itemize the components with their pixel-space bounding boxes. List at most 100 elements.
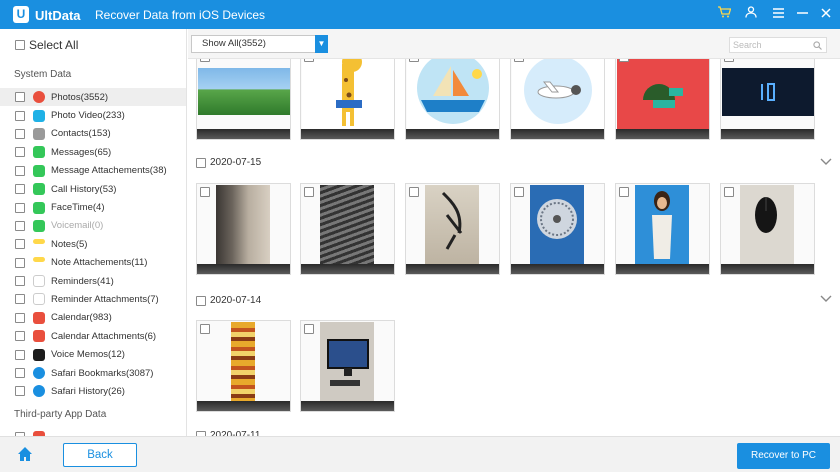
- photo-card[interactable]: [300, 59, 395, 140]
- sidebar-item-label: Voice Memos(12): [51, 349, 125, 361]
- date-group-header[interactable]: 2020-07-15: [196, 157, 261, 168]
- app-name: UltData: [35, 8, 81, 23]
- photo-card[interactable]: [615, 183, 710, 275]
- photo-card[interactable]: [615, 59, 710, 140]
- category-checkbox[interactable]: [15, 147, 25, 158]
- category-checkbox[interactable]: [15, 294, 25, 305]
- category-checkbox[interactable]: [15, 368, 25, 379]
- photo-card[interactable]: [196, 320, 291, 412]
- thumbnail-footer: [616, 264, 709, 274]
- sidebar-item-contacts[interactable]: Contacts(153): [0, 125, 186, 143]
- photo-checkbox[interactable]: [304, 59, 314, 62]
- thumbnail-footer: [616, 129, 709, 139]
- sidebar-item-messages[interactable]: Messages(65): [0, 143, 186, 161]
- photo-card[interactable]: [300, 320, 395, 412]
- photo-thumbnail: [635, 185, 689, 265]
- cart-icon[interactable]: [714, 4, 734, 24]
- select-all[interactable]: Select All: [15, 38, 78, 52]
- sidebar-item-label: Safari History(26): [51, 385, 125, 397]
- sidebar-item-voice-memos[interactable]: Voice Memos(12): [0, 345, 186, 363]
- sidebar-item-label: Call History(53): [51, 183, 117, 195]
- search-placeholder: Search: [733, 40, 762, 50]
- minimize-icon[interactable]: [792, 4, 812, 24]
- category-list: Photos(3552) Photo Video(233) Contacts(153…: [0, 88, 186, 401]
- photo-checkbox[interactable]: [200, 59, 210, 62]
- photo-checkbox[interactable]: [724, 59, 734, 62]
- sidebar-item-notes[interactable]: Notes(5): [0, 235, 186, 253]
- thumbnail-footer: [197, 129, 290, 139]
- sidebar-item-label: Reminder Attachments(7): [51, 293, 159, 305]
- sidebar-item-label: Notes(5): [51, 238, 88, 250]
- category-checkbox[interactable]: [15, 220, 25, 231]
- home-icon[interactable]: [17, 446, 35, 464]
- search-input[interactable]: Search: [729, 37, 827, 53]
- photo-card[interactable]: [196, 183, 291, 275]
- notes-icon: [33, 238, 45, 244]
- category-checkbox[interactable]: [15, 184, 25, 195]
- photo-card[interactable]: [510, 59, 605, 140]
- back-button[interactable]: Back: [63, 443, 137, 467]
- sidebar-item-reminder-attachments[interactable]: Reminder Attachments(7): [0, 290, 186, 308]
- thumbnail-footer: [301, 129, 394, 139]
- photo-card[interactable]: [405, 59, 500, 140]
- chevron-down-icon[interactable]: ▼: [315, 35, 328, 53]
- sidebar-item-voicemail[interactable]: Voicemail(0): [0, 217, 186, 235]
- category-checkbox[interactable]: [15, 276, 25, 287]
- photo-checkbox[interactable]: [200, 187, 210, 197]
- search-icon[interactable]: [813, 38, 822, 54]
- chevron-down-icon[interactable]: [820, 292, 832, 306]
- safari-bookmarks-icon: [33, 367, 45, 380]
- sidebar-item-safari-history[interactable]: Safari History(26): [0, 382, 186, 400]
- sidebar-item-calendar-attachments[interactable]: Calendar Attachments(6): [0, 327, 186, 345]
- category-checkbox[interactable]: [15, 349, 25, 360]
- filter-dropdown[interactable]: Show All(3552) ▼: [191, 35, 328, 53]
- chevron-down-icon[interactable]: [820, 155, 832, 169]
- sidebar-item-facetime[interactable]: FaceTime(4): [0, 198, 186, 216]
- category-checkbox[interactable]: [15, 386, 25, 397]
- category-checkbox[interactable]: [15, 92, 25, 103]
- date-group-checkbox[interactable]: [196, 157, 206, 168]
- photo-checkbox[interactable]: [409, 187, 419, 197]
- photo-checkbox[interactable]: [409, 59, 419, 62]
- menu-icon[interactable]: [768, 4, 788, 24]
- category-checkbox[interactable]: [15, 128, 25, 139]
- photo-checkbox[interactable]: [200, 324, 210, 334]
- photo-card[interactable]: [196, 59, 291, 140]
- date-group-header[interactable]: 2020-07-14: [196, 295, 261, 306]
- category-checkbox[interactable]: [15, 202, 25, 213]
- sidebar-item-message-attachments[interactable]: Message Attachements(38): [0, 162, 186, 180]
- user-icon[interactable]: [741, 4, 761, 24]
- photo-checkbox[interactable]: [514, 187, 524, 197]
- photo-checkbox[interactable]: [619, 59, 629, 62]
- sidebar-item-photo-video[interactable]: Photo Video(233): [0, 106, 186, 124]
- sidebar-item-calendar[interactable]: Calendar(983): [0, 309, 186, 327]
- category-checkbox[interactable]: [15, 257, 25, 268]
- category-checkbox[interactable]: [15, 331, 25, 342]
- sidebar-item-safari-bookmarks[interactable]: Safari Bookmarks(3087): [0, 364, 186, 382]
- photo-checkbox[interactable]: [304, 187, 314, 197]
- sidebar-item-call-history[interactable]: Call History(53): [0, 180, 186, 198]
- date-group-checkbox[interactable]: [196, 295, 206, 306]
- sidebar-item-photos[interactable]: Photos(3552): [0, 88, 186, 107]
- recover-to-pc-button[interactable]: Recover to PC: [737, 443, 830, 469]
- category-checkbox[interactable]: [15, 110, 25, 121]
- category-checkbox[interactable]: [15, 312, 25, 323]
- photo-card[interactable]: [720, 183, 815, 275]
- photo-card[interactable]: [405, 183, 500, 275]
- app-subtitle: Recover Data from iOS Devices: [95, 8, 266, 22]
- photo-checkbox[interactable]: [514, 59, 524, 62]
- photo-card[interactable]: [300, 183, 395, 275]
- photo-card[interactable]: [510, 183, 605, 275]
- category-checkbox[interactable]: [15, 165, 25, 176]
- photo-card[interactable]: [720, 59, 815, 140]
- photo-checkbox[interactable]: [724, 187, 734, 197]
- sidebar-item-reminders[interactable]: Reminders(41): [0, 272, 186, 290]
- call-history-icon: [33, 183, 45, 196]
- select-all-label: Select All: [29, 38, 79, 52]
- sidebar-item-note-attachments[interactable]: Note Attachements(11): [0, 254, 186, 272]
- category-checkbox[interactable]: [15, 239, 25, 250]
- photo-checkbox[interactable]: [304, 324, 314, 334]
- photo-checkbox[interactable]: [619, 187, 629, 197]
- select-all-checkbox[interactable]: [15, 40, 25, 50]
- close-icon[interactable]: [816, 4, 836, 24]
